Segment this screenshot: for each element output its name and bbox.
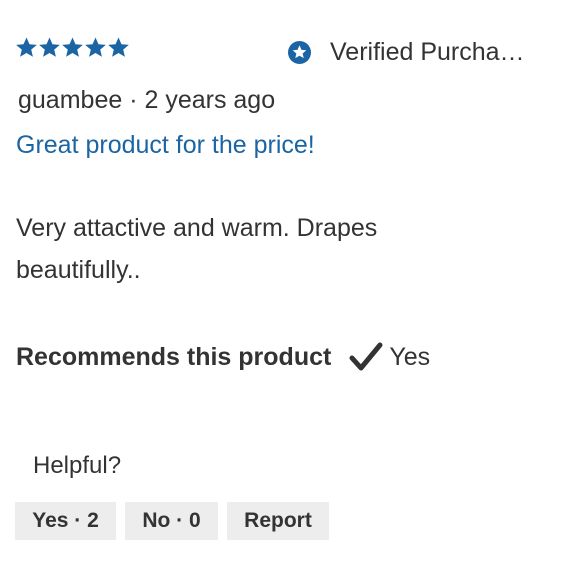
verified-label: Verified Purcha…: [330, 38, 525, 66]
star-rating: [15, 36, 130, 59]
checkmark-icon: [349, 342, 383, 371]
helpful-no-button[interactable]: No · 0: [125, 502, 218, 540]
helpful-yes-button[interactable]: Yes · 2: [15, 502, 116, 540]
recommends-row: Recommends this product Yes: [16, 342, 430, 372]
star-icon: [16, 37, 37, 57]
verified-purchase-badge: Verified Purcha…: [288, 38, 525, 67]
report-button[interactable]: Report: [227, 502, 329, 540]
review-author: guambee: [18, 86, 123, 114]
meta-separator: ·: [122, 86, 145, 114]
star-icon: [85, 37, 106, 57]
star-icon: [39, 37, 60, 57]
helpful-label: Helpful?: [33, 452, 122, 479]
star-icon: [108, 37, 129, 57]
feedback-buttons: Yes · 2 No · 0 Report: [15, 502, 329, 540]
star-icon: [62, 37, 83, 57]
recommends-value: Yes: [389, 342, 431, 371]
review-meta: guambee · 2 years ago: [18, 86, 275, 115]
review-time: 2 years ago: [144, 86, 276, 114]
review-body: Very attactive and warm. Drapes beautifu…: [16, 214, 378, 284]
review-title: Great product for the price!: [16, 131, 315, 159]
recommends-label: Recommends this product: [16, 342, 332, 371]
verified-badge-icon: [288, 41, 311, 64]
